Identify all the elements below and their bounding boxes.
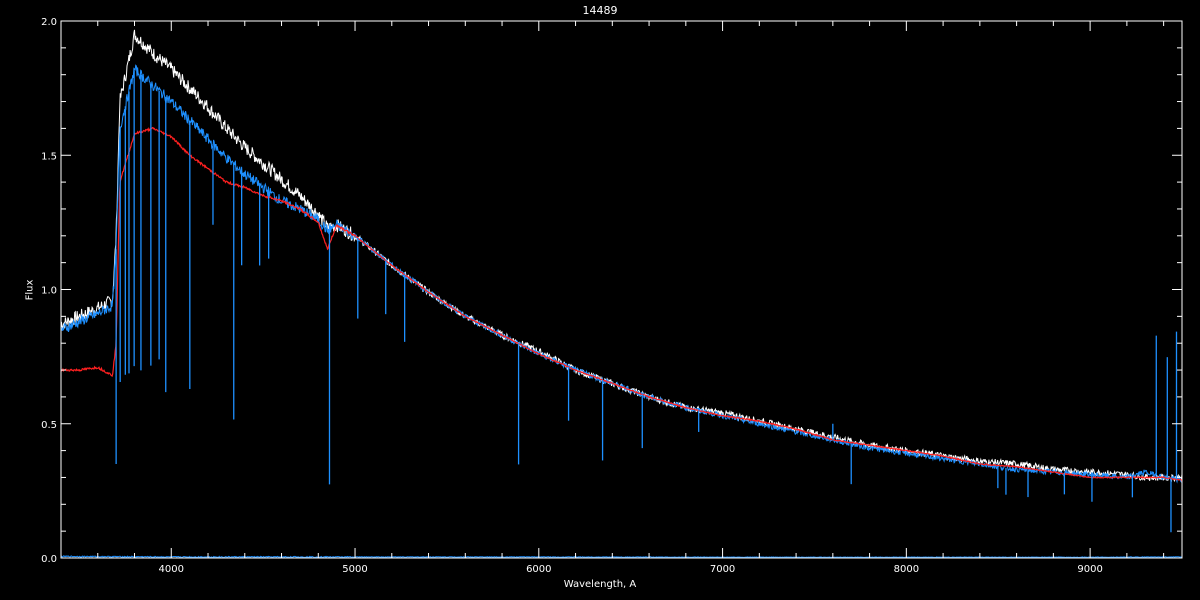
series-line-2: [60, 126, 1183, 482]
y-tick-label-0: 0.0: [41, 554, 57, 565]
axes-layer: 4000 5000 6000 7000 8000 9000 0.0 0.5 1.0 1.5 2.0: [41, 17, 1182, 575]
y-tick-label-1: 0.5: [41, 420, 57, 431]
x-tick-label-2: 6000: [526, 564, 551, 575]
y-tick-label-2: 1.0: [41, 286, 57, 297]
x-tick-label-0: 4000: [159, 564, 184, 575]
series-layer: [60, 29, 1183, 559]
spectrum-plot: 4000 5000 6000 7000 8000 9000 0.0 0.5 1.0 1.5 2.0: [41, 17, 1183, 575]
x-tick-label-4: 8000: [894, 564, 919, 575]
plot-frame: [60, 20, 1183, 559]
x-tick-label-5: 9000: [1077, 564, 1102, 575]
x-tick-label-1: 5000: [342, 564, 367, 575]
y-tick-label-4: 2.0: [41, 17, 57, 28]
series-line-0: [60, 29, 1183, 483]
x-tick-label-3: 7000: [710, 564, 735, 575]
y-tick-label-3: 1.5: [41, 151, 57, 162]
series-line-3: [60, 555, 1183, 559]
